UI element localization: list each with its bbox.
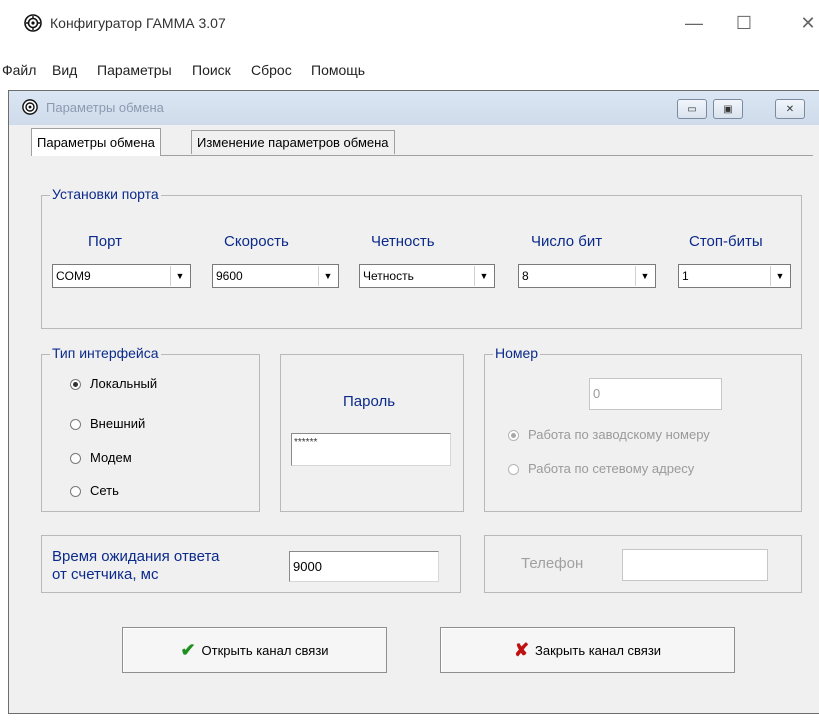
- close-button[interactable]: ✕: [790, 8, 819, 38]
- parity-select-value: Четность: [363, 269, 414, 283]
- tab-change-exchange-params[interactable]: Изменение параметров обмена: [191, 130, 395, 154]
- menu-view[interactable]: Вид: [52, 62, 77, 78]
- radio-network[interactable]: [70, 486, 81, 497]
- radio-factory-number[interactable]: [508, 430, 519, 441]
- child-window-title: Параметры обмена: [46, 100, 164, 115]
- data-bits-select[interactable]: 8 ▼: [518, 264, 656, 288]
- stop-bits-select[interactable]: 1 ▼: [678, 264, 791, 288]
- menu-reset[interactable]: Сброс: [251, 62, 292, 78]
- radio-modem-label[interactable]: Модем: [90, 450, 132, 465]
- timeout-label-line2: от счетчика, мс: [52, 566, 159, 583]
- radio-local-label[interactable]: Локальный: [90, 376, 157, 391]
- menu-search[interactable]: Поиск: [192, 62, 231, 78]
- app-logo-icon: [24, 14, 42, 32]
- port-settings-group: Установки порта: [41, 186, 802, 329]
- open-channel-label: Открыть канал связи: [201, 642, 329, 658]
- open-channel-button[interactable]: ✔ Открыть канал связи: [122, 627, 387, 673]
- stop-bits-label: Стоп-биты: [689, 233, 763, 250]
- password-input[interactable]: ******: [291, 433, 451, 466]
- menu-bar: Файл Вид Параметры Поиск Сброс Помощь: [0, 62, 819, 84]
- number-value: 0: [593, 386, 601, 401]
- port-settings-title: Установки порта: [50, 186, 161, 202]
- checkmark-icon: ✔: [180, 639, 196, 660]
- window-title: Конфигуратор ГАММА 3.07: [50, 15, 226, 31]
- radio-factory-number-label[interactable]: Работа по заводскому номеру: [528, 427, 710, 442]
- tab-exchange-params[interactable]: Параметры обмена: [31, 128, 161, 156]
- minimize-button[interactable]: —: [676, 8, 712, 38]
- radio-network-address[interactable]: [508, 464, 519, 475]
- chevron-down-icon[interactable]: ▼: [474, 266, 493, 286]
- chevron-down-icon[interactable]: ▼: [770, 266, 789, 286]
- password-value: ******: [294, 437, 318, 448]
- password-label: Пароль: [343, 393, 396, 410]
- menu-help[interactable]: Помощь: [311, 62, 365, 78]
- phone-input[interactable]: [622, 549, 768, 581]
- chevron-down-icon[interactable]: ▼: [170, 266, 189, 286]
- port-label: Порт: [88, 233, 123, 250]
- timeout-value: 9000: [293, 559, 322, 574]
- child-restore-button[interactable]: ▣: [713, 99, 743, 119]
- close-channel-label: Закрыть канал связи: [535, 642, 662, 658]
- number-title: Номер: [493, 345, 541, 361]
- speed-select-value: 9600: [216, 269, 243, 283]
- radio-network-address-label[interactable]: Работа по сетевому адресу: [528, 461, 694, 476]
- radio-external[interactable]: [70, 419, 81, 430]
- radio-external-label[interactable]: Внешний: [90, 416, 145, 431]
- speed-select[interactable]: 9600 ▼: [212, 264, 339, 288]
- chevron-down-icon[interactable]: ▼: [635, 266, 654, 286]
- timeout-label-line1: Время ожидания ответа: [52, 548, 220, 565]
- data-bits-label: Число бит: [531, 233, 603, 250]
- data-bits-select-value: 8: [522, 269, 529, 283]
- close-channel-button[interactable]: ✘ Закрыть канал связи: [440, 627, 735, 673]
- radio-modem[interactable]: [70, 453, 81, 464]
- child-close-button[interactable]: ✕: [775, 99, 805, 119]
- speed-label: Скорость: [224, 233, 289, 250]
- number-input[interactable]: 0: [589, 378, 722, 410]
- interface-type-title: Тип интерфейса: [50, 345, 161, 361]
- stop-bits-select-value: 1: [682, 269, 689, 283]
- radio-network-label[interactable]: Сеть: [90, 483, 119, 498]
- cross-icon: ✘: [513, 639, 530, 660]
- port-select-value: COM9: [56, 269, 91, 283]
- menu-parameters[interactable]: Параметры: [97, 62, 172, 78]
- menu-file[interactable]: Файл: [2, 62, 36, 78]
- chevron-down-icon[interactable]: ▼: [318, 266, 337, 286]
- child-minimize-button[interactable]: ▭: [677, 99, 707, 119]
- parity-select[interactable]: Четность ▼: [359, 264, 495, 288]
- phone-label: Телефон: [521, 555, 584, 572]
- radio-local[interactable]: [70, 379, 81, 390]
- maximize-button[interactable]: ☐: [726, 8, 762, 38]
- port-select[interactable]: COM9 ▼: [52, 264, 191, 288]
- timeout-input[interactable]: 9000: [289, 551, 439, 582]
- parity-label: Четность: [371, 233, 435, 250]
- child-window-icon: [22, 99, 38, 115]
